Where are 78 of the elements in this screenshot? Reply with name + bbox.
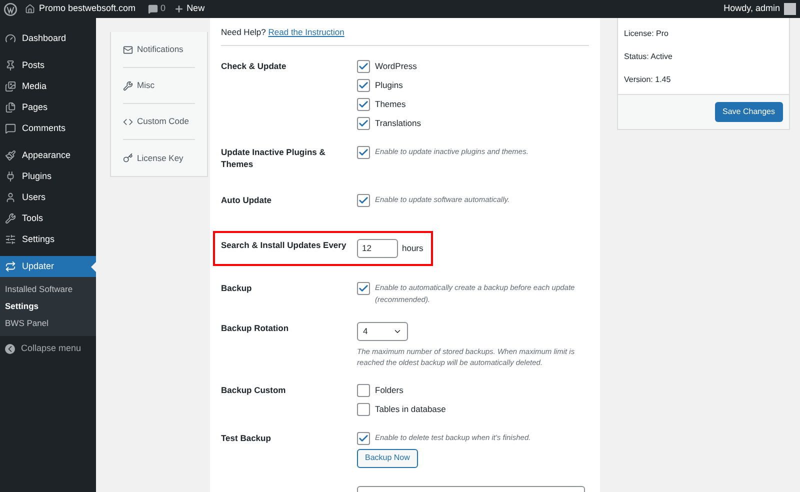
collapse-menu-button[interactable]: Collapse menu (0, 338, 96, 360)
tab-icon (123, 44, 133, 54)
plus-icon (174, 4, 184, 14)
menu-item-icon (5, 60, 16, 71)
sidebar-item[interactable]: Dashboard (0, 28, 96, 49)
checkbox[interactable] (357, 78, 370, 92)
rotation-select[interactable]: 4 (357, 322, 408, 341)
settings-tab[interactable]: Notifications (123, 32, 195, 68)
comment-count: 0 (160, 2, 166, 16)
setting-label: Backup Rotation (221, 322, 290, 334)
collapse-icon (5, 344, 15, 354)
menu-item-icon (5, 33, 16, 44)
tab-icon (123, 153, 133, 163)
sidebar-item[interactable]: Settings (0, 229, 96, 250)
checkbox[interactable] (357, 194, 370, 207)
save-changes-button[interactable]: Save Changes (714, 102, 783, 122)
menu-item-icon (5, 234, 16, 245)
menu-item-icon (5, 192, 16, 203)
menu-item-icon (5, 102, 16, 113)
sidebar-item[interactable]: Media (0, 76, 96, 97)
current-arrow-icon (91, 262, 96, 272)
setting-label: Auto Update (221, 194, 273, 206)
menu-item-icon (5, 261, 16, 272)
checkbox[interactable] (357, 384, 370, 397)
greeting-link[interactable]: Howdy, admin (724, 2, 780, 16)
option-label: WordPress (375, 60, 417, 73)
sidebar-item[interactable]: Updater (0, 256, 96, 277)
new-link[interactable]: New (186, 2, 205, 16)
site-link[interactable]: Promo bestwebsoft.com (39, 2, 136, 16)
setting-label: Backup (221, 282, 253, 294)
backup-now-button[interactable]: Backup Now (357, 448, 418, 468)
sidebar-item[interactable]: Appearance (0, 145, 96, 166)
wordpress-logo-icon[interactable] (4, 2, 17, 16)
sidebar-item[interactable]: Users (0, 187, 96, 208)
settings-tab[interactable]: Custom Code (123, 104, 195, 140)
license-text: License: Pro (624, 28, 670, 40)
checkbox[interactable] (357, 282, 370, 295)
checkbox[interactable] (357, 98, 370, 111)
sidebar-item[interactable]: Plugins (0, 166, 96, 187)
checkbox[interactable] (357, 432, 370, 445)
sidebar-item[interactable]: Pages (0, 97, 96, 118)
unit-label: hours (402, 242, 424, 255)
setting-label: Check & Update (221, 60, 288, 72)
sidebar-item[interactable]: Posts (0, 55, 96, 76)
checkbox[interactable] (357, 402, 370, 416)
menu-item-icon (5, 171, 16, 182)
checkbox[interactable] (357, 60, 370, 73)
setting-label: Search & Install Updates Every (221, 238, 348, 251)
help-text: Need Help? (221, 27, 267, 37)
submenu-item[interactable]: Settings (0, 298, 96, 315)
settings-tab[interactable]: License Key (123, 140, 195, 176)
sidebar-item[interactable]: Comments (0, 118, 96, 139)
home-icon (25, 4, 35, 14)
setting-label: Update Inactive Plugins & Themes (221, 146, 326, 170)
option-label: Themes (375, 98, 406, 111)
tab-icon (123, 80, 133, 90)
option-label: Folders (375, 384, 404, 397)
status-text: Status: Active (624, 51, 674, 63)
option-label: Tables in database (375, 402, 446, 416)
menu-item-icon (5, 123, 16, 134)
submenu-item[interactable]: BWS Panel (0, 315, 96, 332)
number-field[interactable]: 12 (357, 238, 398, 258)
version-text: Version: 1.45 (624, 74, 672, 86)
option-label: Translations (375, 116, 421, 130)
settings-tab[interactable]: Misc (123, 68, 195, 104)
checkbox[interactable] (357, 146, 370, 159)
tab-icon (123, 116, 133, 126)
submenu-item[interactable]: Installed Software (0, 281, 96, 298)
instruction-link[interactable]: Read the Instruction (268, 27, 344, 37)
sidebar-item[interactable]: Tools (0, 208, 96, 229)
comment-icon[interactable] (148, 4, 158, 14)
checkbox[interactable] (357, 116, 370, 130)
setting-label: Test Backup (221, 432, 272, 444)
option-label: Plugins (375, 78, 403, 92)
menu-item-icon (5, 213, 16, 224)
menu-item-icon (5, 81, 16, 92)
menu-item-icon (5, 150, 16, 161)
setting-label: Backup Custom (221, 384, 287, 396)
